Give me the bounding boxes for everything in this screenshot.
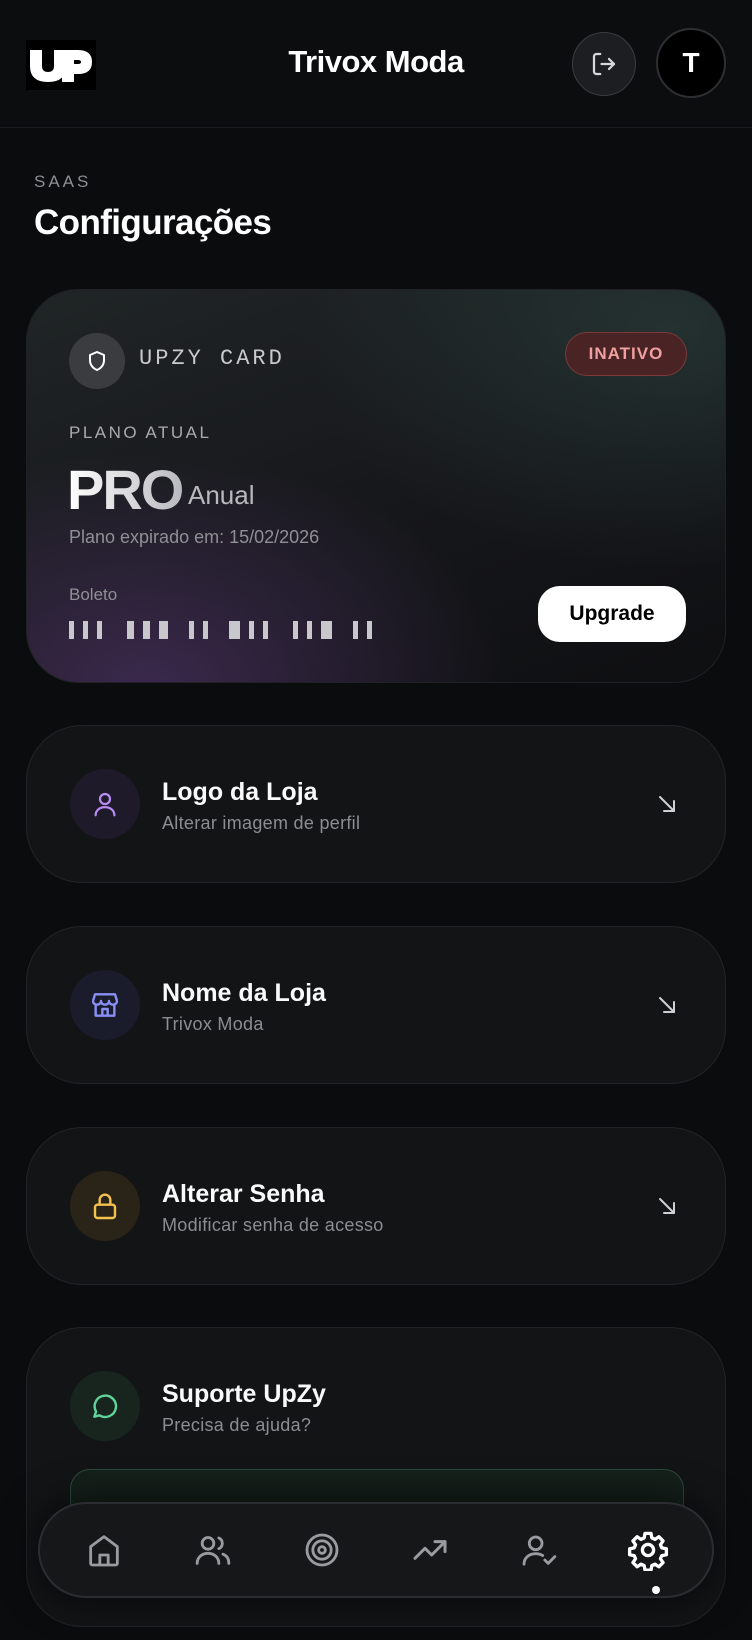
arrow-down-right-icon <box>659 1198 675 1214</box>
nav-settings[interactable] <box>624 1526 672 1574</box>
user-icon <box>94 792 116 817</box>
item-subtitle: Alterar imagem de perfil <box>162 813 361 833</box>
chat-icon-wrap <box>70 1371 140 1441</box>
active-indicator <box>652 1586 660 1594</box>
item-subtitle: Modificar senha de acesso <box>162 1215 384 1235</box>
arrow-down-right-icon <box>659 997 675 1013</box>
item-subtitle: Trivox Moda <box>162 1014 264 1034</box>
store-icon <box>91 993 119 1017</box>
status-badge: INATIVO <box>565 332 687 376</box>
plan-card: UPZY CARD INATIVO PLANO ATUAL PRO Anual … <box>26 289 726 683</box>
plan-cycle: Anual <box>188 480 255 510</box>
users-icon <box>195 1536 231 1565</box>
lock-icon <box>93 1193 117 1220</box>
bottom-nav <box>38 1502 714 1598</box>
support-subtitle: Precisa de ajuda? <box>162 1415 312 1435</box>
settings-item-store-name[interactable]: Nome da Loja Trivox Moda <box>26 926 726 1084</box>
plan-expiry: Plano expirado em: 15/02/2026 <box>69 527 320 547</box>
payment-method-label: Boleto <box>69 585 118 604</box>
page-title: Configurações <box>34 203 272 242</box>
item-title: Nome da Loja <box>162 979 326 1007</box>
user-check-icon <box>522 1535 557 1566</box>
user-icon-wrap <box>70 769 140 839</box>
nav-team[interactable] <box>515 1526 563 1574</box>
avatar[interactable]: T <box>656 28 726 98</box>
logout-button[interactable] <box>572 32 636 96</box>
target-icon <box>305 1533 339 1567</box>
logout-icon <box>592 52 616 76</box>
barcode-graphic <box>69 621 372 639</box>
shield-icon-wrap <box>69 333 125 389</box>
store-icon-wrap <box>70 970 140 1040</box>
app-header: Trivox Moda T <box>0 0 752 128</box>
card-brand: UPZY CARD <box>139 346 285 371</box>
nav-customers[interactable] <box>189 1526 237 1574</box>
store-title: Trivox Moda <box>288 44 464 79</box>
arrow-down-right-icon <box>659 796 675 812</box>
trending-up-icon <box>413 1540 447 1560</box>
item-title: Alterar Senha <box>162 1180 325 1208</box>
gear-icon <box>627 1531 669 1571</box>
lock-icon-wrap <box>70 1171 140 1241</box>
nav-goals[interactable] <box>298 1526 346 1574</box>
upgrade-button[interactable]: Upgrade <box>538 586 686 642</box>
plan-name: PRO <box>67 458 184 521</box>
home-icon <box>89 1535 119 1567</box>
nav-home[interactable] <box>80 1526 128 1574</box>
shield-icon <box>89 351 105 371</box>
plan-label: PLANO ATUAL <box>69 423 212 442</box>
chat-bubble-icon <box>93 1394 118 1419</box>
settings-item-store-logo[interactable]: Logo da Loja Alterar imagem de perfil <box>26 725 726 883</box>
settings-item-change-password[interactable]: Alterar Senha Modificar senha de acesso <box>26 1127 726 1285</box>
nav-reports[interactable] <box>406 1526 454 1574</box>
item-title: Logo da Loja <box>162 778 318 806</box>
section-eyebrow: SAAS <box>34 172 92 191</box>
settings-page: Trivox Moda T SAAS Configurações UPZY CA… <box>0 0 752 1640</box>
support-title: Suporte UpZy <box>162 1380 326 1408</box>
